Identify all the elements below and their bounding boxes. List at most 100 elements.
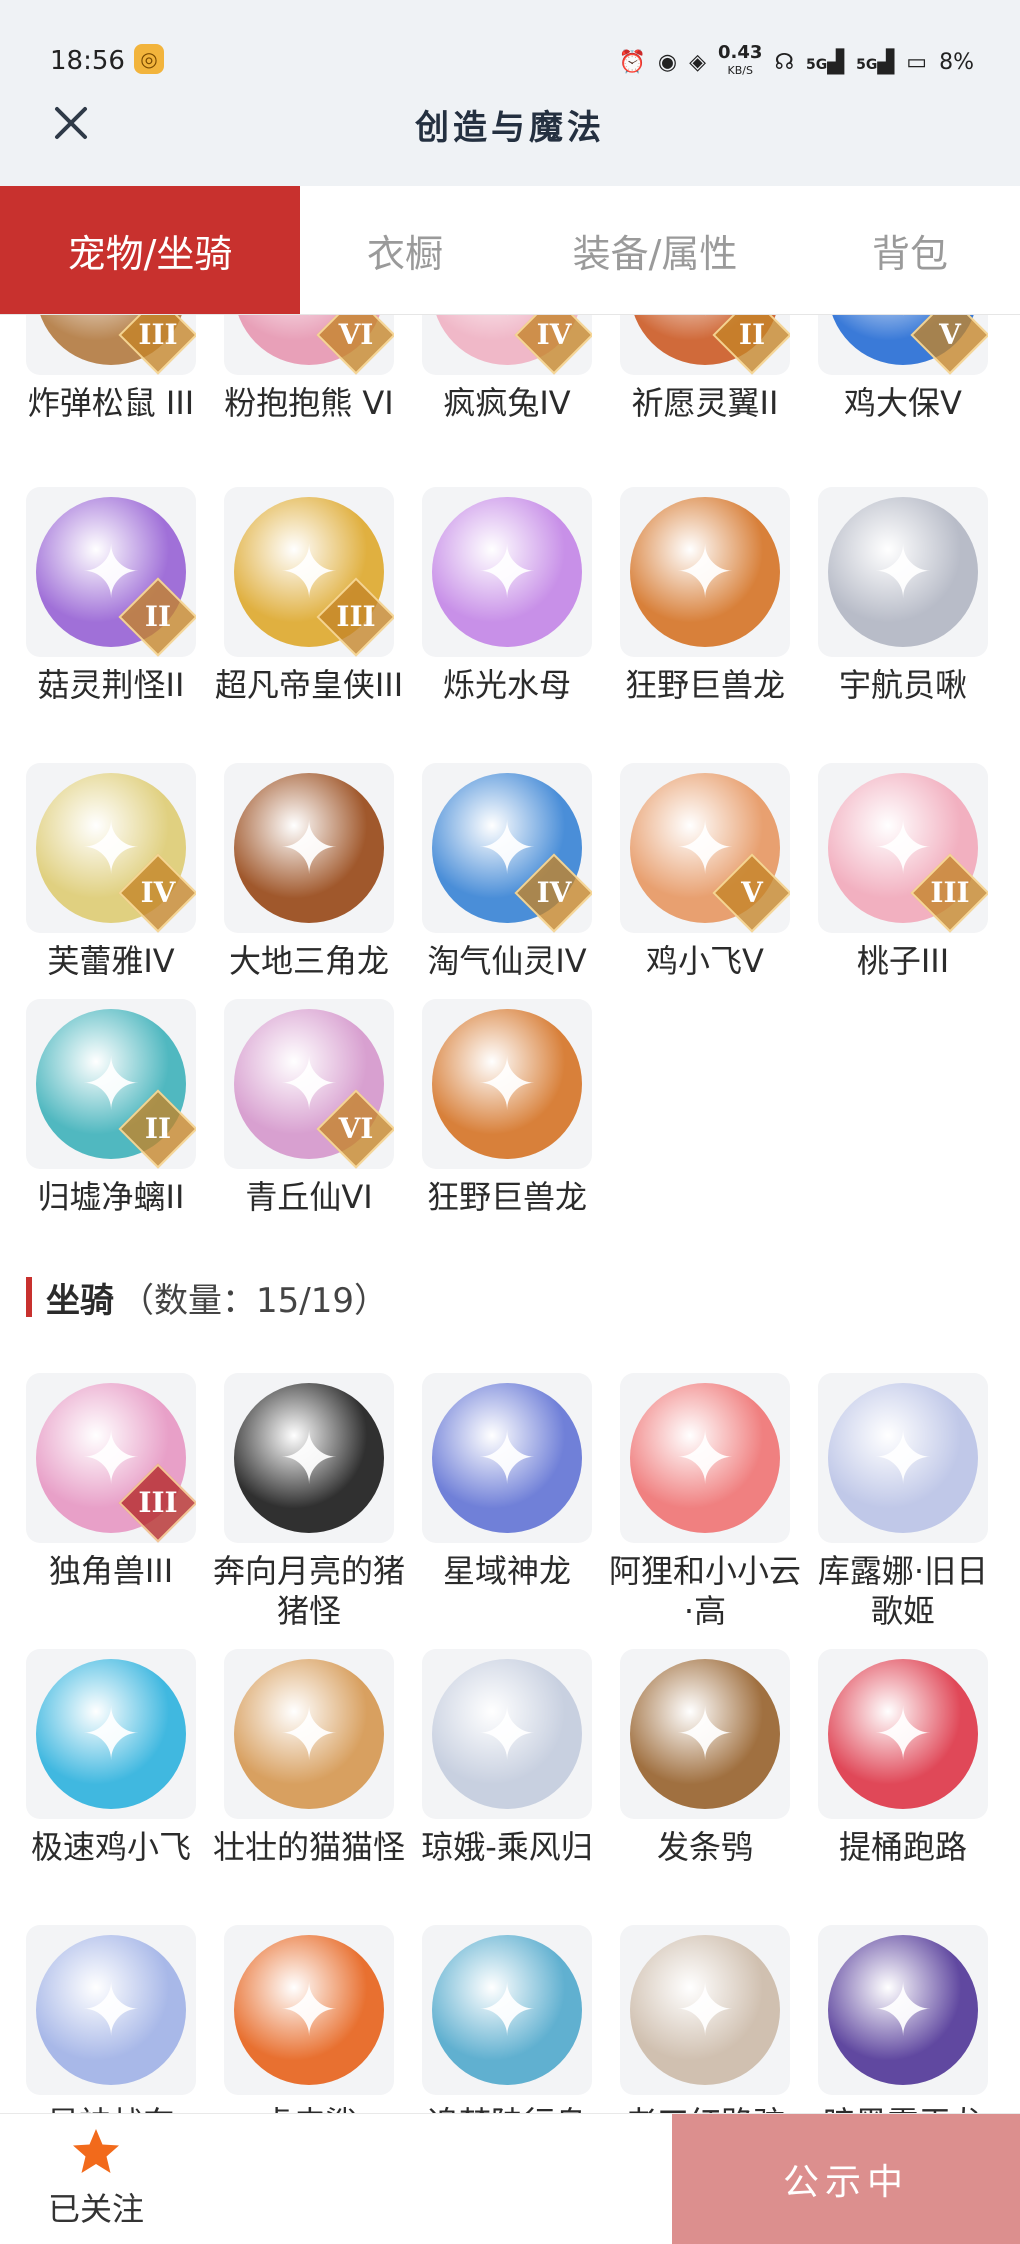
item-thumbnail: ✦IV [26, 763, 196, 933]
signal-2: 5G▟ [856, 49, 895, 75]
item-image: ✦ [432, 1659, 582, 1809]
item-name: 阿狸和小小云·高 [608, 1552, 801, 1630]
mount-item[interactable]: ✦ 追梦陆行鸟 [408, 1925, 606, 2113]
item-name: 大地三角龙 [228, 942, 389, 980]
mount-item[interactable]: ✦ 阿狸和小小云·高 [606, 1373, 804, 1631]
item-thumbnail: ✦IV [422, 315, 592, 375]
scroll-content[interactable]: ✦III炸弹松鼠 III✦VI粉抱抱熊 VI✦IV疯疯兔IV✦II祈愿灵翼II✦… [0, 315, 1020, 2113]
section-title: 坐骑 [46, 1280, 114, 1321]
tab-equipment[interactable]: 装备/属性 [510, 186, 800, 314]
pet-item[interactable]: ✦VI 粉抱抱熊 VI [210, 315, 408, 423]
item-name: 淘气仙灵IV [427, 942, 587, 980]
item-thumbnail: ✦II [620, 315, 790, 375]
item-thumbnail: ✦ [26, 1649, 196, 1819]
pet-item[interactable]: ✦IV 疯疯兔IV [408, 315, 606, 423]
status-time: 18:56 [50, 46, 125, 76]
item-thumbnail: ✦ [818, 1925, 988, 2095]
section-accent-bar [26, 1277, 32, 1317]
item-thumbnail: ✦ [422, 487, 592, 657]
item-image: ✦ [234, 773, 384, 923]
item-thumbnail: ✦V [620, 763, 790, 933]
item-image: ✦ [234, 1383, 384, 1533]
mount-item[interactable]: ✦ 提桶跑路 [804, 1649, 1002, 1867]
mount-item[interactable]: ✦ 琼娥-乘风归 [408, 1649, 606, 1867]
item-image: ✦ [432, 1935, 582, 2085]
item-name: 奔向月亮的猪猪怪 [212, 1552, 405, 1630]
item-image: ✦ [630, 1383, 780, 1533]
item-thumbnail: ✦III [26, 315, 196, 375]
top-bar: 18:56 ◎ ⏰ ◉ ◈ 0.43 KB/S ☊ 5G▟ 5G▟ ▭ 8% 创造… [0, 0, 1020, 186]
item-name: 芙蕾雅IV [47, 942, 175, 980]
item-image: ✦ [630, 497, 780, 647]
item-name: 库露娜·旧日歌姬 [817, 1552, 989, 1630]
item-name: 鸡小飞V [646, 942, 764, 980]
follow-button[interactable]: 已关注 [40, 2126, 152, 2230]
pet-item[interactable]: ✦ VI 青丘仙VI [210, 999, 408, 1217]
mount-item[interactable]: ✦ 壮壮的猫猫怪 [210, 1649, 408, 1867]
pet-item[interactable]: ✦ 狂野巨兽龙 [606, 487, 804, 705]
app-notification-icon: ◎ [134, 44, 164, 74]
pet-item[interactable]: ✦ II 归墟净螭II [12, 999, 210, 1217]
item-thumbnail: ✦ [422, 1649, 592, 1819]
item-name: 独角兽III [48, 1552, 174, 1590]
mount-item[interactable]: ✦ 库露娜·旧日歌姬 [804, 1373, 1002, 1631]
mount-item[interactable]: ✦ 虎皮鲨 [210, 1925, 408, 2113]
pet-item[interactable]: ✦II 祈愿灵翼II [606, 315, 804, 423]
item-image: ✦ [432, 1383, 582, 1533]
pet-item[interactable]: ✦ II 菇灵荆怪II [12, 487, 210, 705]
item-thumbnail: ✦ [422, 1373, 592, 1543]
network-speed: 0.43 KB/S [718, 42, 763, 78]
item-name: 宇航员啾 [838, 666, 967, 704]
item-name: 烁光水母 [442, 666, 571, 704]
item-name: 归墟净螭II [37, 1178, 185, 1216]
tab-pets-mounts[interactable]: 宠物/坐骑 [0, 186, 300, 314]
mount-item[interactable]: ✦ 星域神龙 [408, 1373, 606, 1591]
publish-status-button[interactable]: 公示中 [672, 2114, 1020, 2244]
status-bar: 18:56 ◎ ⏰ ◉ ◈ 0.43 KB/S ☊ 5G▟ 5G▟ ▭ 8% [0, 38, 1020, 84]
pet-item[interactable]: ✦V 鸡大保V [804, 315, 1002, 423]
item-thumbnail: ✦ [224, 1649, 394, 1819]
pet-item[interactable]: ✦ IV 芙蕾雅IV [12, 763, 210, 981]
item-image: ✦ [630, 1935, 780, 2085]
item-name: 极速鸡小飞 [30, 1828, 191, 1866]
tier-badge: IV [514, 315, 592, 375]
mount-item[interactable]: ✦ 奔向月亮的猪猪怪 [210, 1373, 408, 1631]
item-name: 超凡帝皇侠III [214, 666, 404, 704]
mount-item[interactable]: ✦ 暗黑霸王龙 [804, 1925, 1002, 2113]
item-thumbnail: ✦V [818, 315, 988, 375]
pet-item[interactable]: ✦ 狂野巨兽龙 [408, 999, 606, 1217]
pet-item[interactable]: ✦ 大地三角龙 [210, 763, 408, 981]
item-thumbnail: ✦ [422, 999, 592, 1169]
item-thumbnail: ✦II [26, 999, 196, 1169]
item-image: ✦ [828, 1659, 978, 1809]
item-thumbnail: ✦ [620, 1925, 790, 2095]
mount-item[interactable]: ✦ III 独角兽III [12, 1373, 210, 1591]
item-image: ✦ [234, 1935, 384, 2085]
section-count: （数量：15/19） [120, 1280, 388, 1321]
item-name: 发条鸮 [656, 1828, 753, 1866]
mount-item[interactable]: ✦ 星神战东 [12, 1925, 210, 2113]
follow-label: 已关注 [47, 2190, 144, 2228]
mount-item[interactable]: ✦ 极速鸡小飞 [12, 1649, 210, 1867]
mount-item[interactable]: ✦ 发条鸮 [606, 1649, 804, 1867]
pet-item[interactable]: ✦ III 超凡帝皇侠III [210, 487, 408, 705]
status-icons: ⏰ ◉ ◈ 0.43 KB/S ☊ 5G▟ 5G▟ ▭ 8% [618, 44, 974, 80]
tab-backpack[interactable]: 背包 [800, 186, 1020, 314]
item-image: ✦ [432, 497, 582, 647]
tier-badge: V [910, 315, 988, 375]
mount-item[interactable]: ✦ 老工红路驼 [606, 1925, 804, 2113]
item-name: 提桶跑路 [838, 1828, 967, 1866]
item-image: ✦ [828, 497, 978, 647]
pet-item[interactable]: ✦ IV 淘气仙灵IV [408, 763, 606, 981]
location-icon: ◈ [689, 49, 707, 75]
pet-item[interactable]: ✦ III 桃子III [804, 763, 1002, 981]
tab-wardrobe[interactable]: 衣橱 [300, 186, 510, 314]
pet-item[interactable]: ✦III 炸弹松鼠 III [12, 315, 210, 423]
pet-item[interactable]: ✦ 烁光水母 [408, 487, 606, 705]
tier-badge: III [118, 315, 196, 375]
item-name: 暗黑霸王龙 [804, 2103, 1002, 2113]
item-thumbnail: ✦ [620, 1649, 790, 1819]
pet-item[interactable]: ✦ 宇航员啾 [804, 487, 1002, 705]
pet-item[interactable]: ✦ V 鸡小飞V [606, 763, 804, 981]
item-image: ✦ [36, 1659, 186, 1809]
